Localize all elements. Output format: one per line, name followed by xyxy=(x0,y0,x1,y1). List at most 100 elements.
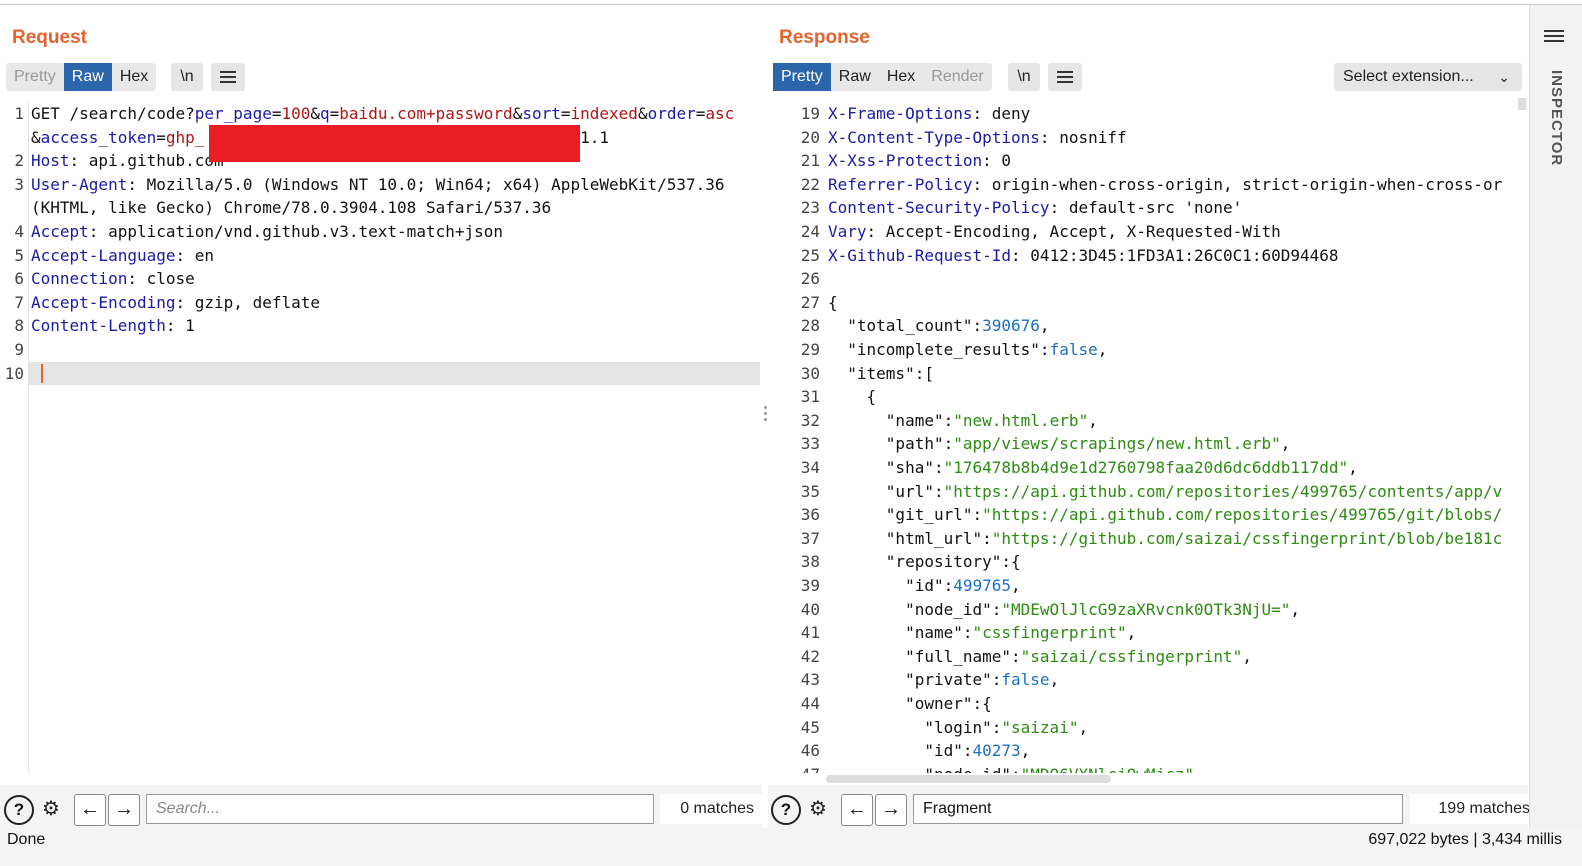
line-content: X-Xss-Protection: 0 xyxy=(828,151,1012,171)
line-number: 29 xyxy=(800,340,820,359)
tab-pretty[interactable]: Pretty xyxy=(6,63,64,91)
code-line: 30 "items":[ xyxy=(768,364,1528,388)
arrow-right-icon[interactable]: → xyxy=(108,794,140,826)
code-line: 32 "name":"new.html.erb", xyxy=(768,411,1528,435)
extension-select[interactable]: Select extension... ⌄ xyxy=(1334,63,1522,91)
response-title: Response xyxy=(779,27,870,48)
line-content: X-Frame-Options: deny xyxy=(828,104,1031,123)
code-line: 27 { xyxy=(768,293,1528,317)
gear-icon[interactable]: ⚙ xyxy=(803,795,833,825)
chevron-down-icon: ⌄ xyxy=(1498,69,1510,85)
line-number: 2 xyxy=(14,151,24,171)
line-content: "items":[ xyxy=(828,363,934,383)
response-panel: Response Pretty Raw Hex Render \n Select… xyxy=(768,5,1538,833)
gear-icon[interactable]: ⚙ xyxy=(36,795,66,825)
line-content: "full_name":"saizai/cssfingerprint", xyxy=(828,646,1252,666)
line-number: 38 xyxy=(800,552,820,572)
line-number: 1 xyxy=(14,104,24,123)
inspector-label[interactable]: INSPECTOR xyxy=(1548,70,1565,166)
code-line: 38 "repository":{ xyxy=(768,552,1528,576)
line-content: { xyxy=(828,387,877,407)
line-number: 31 xyxy=(800,387,820,407)
line-number: 10 xyxy=(4,363,24,383)
response-search-input[interactable]: Fragment xyxy=(913,794,1403,824)
line-content: X-Content-Type-Options: nosniff xyxy=(828,127,1127,147)
tab-raw[interactable]: Raw xyxy=(63,63,112,91)
code-line: 37 "html_url":"https://github.com/saizai… xyxy=(768,529,1528,553)
line-content: "url":"https://api.github.com/repositori… xyxy=(828,481,1503,501)
response-stats: 697,022 bytes | 3,434 millis xyxy=(1368,831,1562,848)
response-editor[interactable]: 19 X-Frame-Options: deny 20 X-Content-Type-… xyxy=(768,100,1528,773)
show-newlines-button[interactable]: \n xyxy=(171,63,203,91)
code-line: (KHTML, like Gecko) Chrome/78.0.3904.108… xyxy=(0,198,762,222)
line-number: 8 xyxy=(14,316,24,336)
tab-hex[interactable]: Hex xyxy=(112,63,156,91)
response-view-tabs: Pretty Raw Hex Render xyxy=(773,63,992,91)
line-number: 36 xyxy=(800,505,820,525)
code-line: 3 User-Agent: Mozilla/5.0 (Windows NT 10.… xyxy=(0,175,762,199)
line-number: 5 xyxy=(14,245,24,265)
code-line: 24 Vary: Accept-Encoding, Accept, X-Reque… xyxy=(768,222,1528,246)
menu-icon xyxy=(1057,71,1073,83)
line-number: 9 xyxy=(14,340,24,359)
tab-pretty[interactable]: Pretty xyxy=(773,63,831,91)
inspector-menu-button[interactable] xyxy=(1544,22,1564,47)
line-content: Host: api.github.com xyxy=(31,151,224,171)
inspector-sidebar: INSPECTOR xyxy=(1529,5,1582,828)
line-number: 23 xyxy=(800,198,820,218)
line-number: 19 xyxy=(800,104,820,123)
line-content: "private":false, xyxy=(828,670,1060,690)
vertical-scrollbar[interactable] xyxy=(1518,98,1526,110)
line-content: { xyxy=(828,292,838,312)
line-content: Referrer-Policy: origin-when-cross-origi… xyxy=(828,174,1503,194)
status-bar: Done 697,022 bytes | 3,434 millis xyxy=(0,828,1582,866)
tab-raw[interactable]: Raw xyxy=(831,63,879,91)
code-line: 33 "path":"app/views/scrapings/new.html.… xyxy=(768,434,1528,458)
line-content: Connection: close xyxy=(31,269,195,289)
horizontal-scrollbar[interactable] xyxy=(826,775,1111,783)
request-panel: Request Pretty Raw Hex \n 1 GET /search/c… xyxy=(0,5,762,833)
line-number: 28 xyxy=(800,316,820,336)
line-number: 35 xyxy=(800,481,820,501)
line-number: 37 xyxy=(800,528,820,548)
help-icon[interactable]: ? xyxy=(771,795,801,825)
line-content: "login":"saizai", xyxy=(828,717,1089,737)
line-content: "node_id":"MDQ6VXNlcjQwMjcz", xyxy=(828,765,1203,773)
tab-render[interactable]: Render xyxy=(923,63,991,91)
arrow-right-icon[interactable]: → xyxy=(875,794,907,826)
line-content: Accept-Encoding: gzip, deflate xyxy=(31,292,320,312)
line-content: X-Github-Request-Id: 0412:3D45:1FD3A1:26… xyxy=(828,245,1339,265)
code-line: 46 "id":40273, xyxy=(768,741,1528,765)
request-search-input[interactable]: Search... xyxy=(146,794,654,824)
code-line: 44 "owner":{ xyxy=(768,694,1528,718)
tab-hex[interactable]: Hex xyxy=(879,63,923,91)
request-match-count: 0 matches xyxy=(660,794,762,824)
response-menu-button[interactable] xyxy=(1048,63,1082,91)
line-number: 43 xyxy=(800,670,820,690)
code-line: 43 "private":false, xyxy=(768,670,1528,694)
line-number: 20 xyxy=(800,127,820,147)
request-view-tabs: Pretty Raw Hex xyxy=(6,63,157,91)
line-content: Vary: Accept-Encoding, Accept, X-Request… xyxy=(828,222,1281,241)
code-line: 10 xyxy=(0,364,762,388)
arrow-left-icon[interactable]: ← xyxy=(841,794,873,826)
line-number: 40 xyxy=(800,599,820,619)
arrow-left-icon[interactable]: ← xyxy=(74,794,106,826)
code-line: 25 X-Github-Request-Id: 0412:3D45:1FD3A1:… xyxy=(768,246,1528,270)
line-content: Content-Security-Policy: default-src 'no… xyxy=(828,198,1243,218)
code-line: 39 "id":499765, xyxy=(768,576,1528,600)
code-line: 8 Content-Length: 1 xyxy=(0,316,762,340)
line-content: "path":"app/views/scrapings/new.html.erb… xyxy=(828,434,1291,454)
code-line: 20 X-Content-Type-Options: nosniff xyxy=(768,128,1528,152)
request-editor[interactable]: 1 GET /search/code?per_page=100&q=baidu.c… xyxy=(0,100,762,773)
code-line: 31 { xyxy=(768,387,1528,411)
status-text: Done xyxy=(7,831,46,848)
help-icon[interactable]: ? xyxy=(4,795,34,825)
line-content: "sha":"176478b8b4d9e1d2760798faa20d6dc6d… xyxy=(828,458,1358,477)
code-line: 9 xyxy=(0,340,762,364)
code-line: 26 xyxy=(768,269,1528,293)
show-newlines-button[interactable]: \n xyxy=(1008,63,1040,91)
line-number: 30 xyxy=(800,363,820,383)
request-menu-button[interactable] xyxy=(211,63,245,91)
line-number: 7 xyxy=(14,292,24,312)
